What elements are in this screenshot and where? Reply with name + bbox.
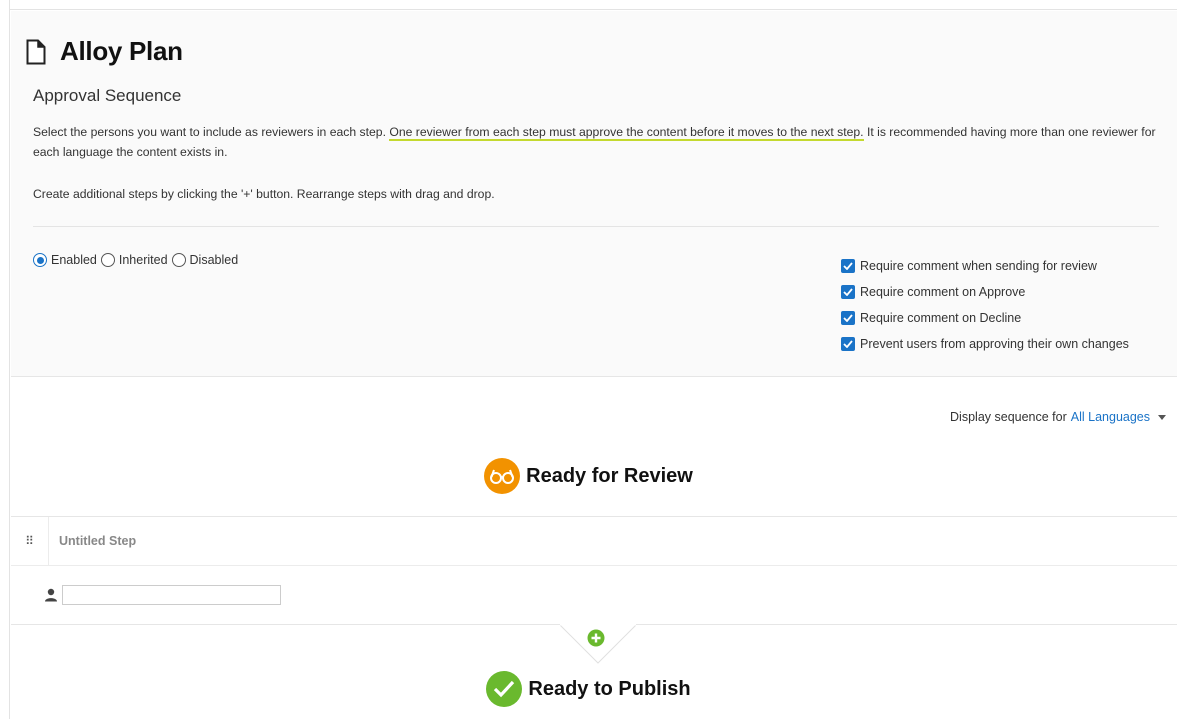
drag-handle-icon[interactable]: ⠿ [11,516,49,566]
radio-inherited[interactable]: Inherited [100,253,168,267]
left-frame [0,0,10,719]
status-radio-group: Enabled Inherited Disabled [33,253,242,267]
stage-title: Ready to Publish [528,677,691,700]
checkbox-label: Require comment on Approve [860,285,1026,299]
radio-unselected-icon[interactable] [171,253,186,267]
stage-ready-for-review: Ready for Review [0,458,1177,494]
checkbox-checked-icon[interactable] [841,285,855,299]
section-subtitle: Approval Sequence [33,86,182,105]
settings-checkboxes: Require comment when sending for review … [841,253,1129,363]
checkbox-label: Require comment on Decline [860,311,1022,325]
page-title: Alloy Plan [60,36,183,66]
step-header: ⠿ Untitled Step [11,516,1177,566]
checkmark-icon [486,671,523,707]
step-body [11,566,1177,624]
document-icon [26,39,46,64]
description: Select the persons you want to include a… [33,122,1163,162]
add-step-plus-icon[interactable] [587,629,605,647]
radio-label: Inherited [118,253,168,267]
reviewer-input[interactable] [62,585,281,605]
checkbox-require-comment-approve[interactable]: Require comment on Approve [841,279,1129,305]
description-highlight: One reviewer from each step must approve… [389,125,864,141]
checkbox-require-comment-review[interactable]: Require comment when sending for review [841,253,1129,279]
divider [33,226,1159,227]
user-icon [45,588,57,602]
checkbox-label: Prevent users from approving their own c… [860,337,1129,351]
step-name[interactable]: Untitled Step [59,534,136,548]
radio-disabled[interactable]: Disabled [171,253,239,267]
display-sequence: Display sequence for All Languages [950,410,1166,424]
checkbox-checked-icon[interactable] [841,311,855,325]
radio-selected-icon[interactable] [33,253,47,267]
radio-enabled[interactable]: Enabled [33,253,97,267]
stage-ready-to-publish: Ready to Publish [0,671,1177,707]
checkbox-prevent-self-approve[interactable]: Prevent users from approving their own c… [841,331,1129,357]
language-dropdown[interactable]: All Languages [1071,410,1150,424]
caret-down-icon[interactable] [1158,414,1166,420]
page-header: Alloy Plan [26,36,183,67]
checkbox-checked-icon[interactable] [841,337,855,351]
glasses-icon [484,458,521,494]
checkbox-label: Require comment when sending for review [860,259,1097,273]
description-text: Select the persons you want to include a… [33,125,390,139]
display-sequence-label: Display sequence for [950,410,1067,424]
stage-title: Ready for Review [526,464,693,487]
radio-label: Disabled [189,253,239,267]
top-frame [0,0,1177,10]
checkbox-checked-icon[interactable] [841,259,855,273]
radio-unselected-icon[interactable] [100,253,115,267]
approval-step: ⠿ Untitled Step [11,516,1177,625]
checkbox-require-comment-decline[interactable]: Require comment on Decline [841,305,1129,331]
instruction-hint: Create additional steps by clicking the … [33,187,495,201]
radio-label: Enabled [51,253,97,267]
